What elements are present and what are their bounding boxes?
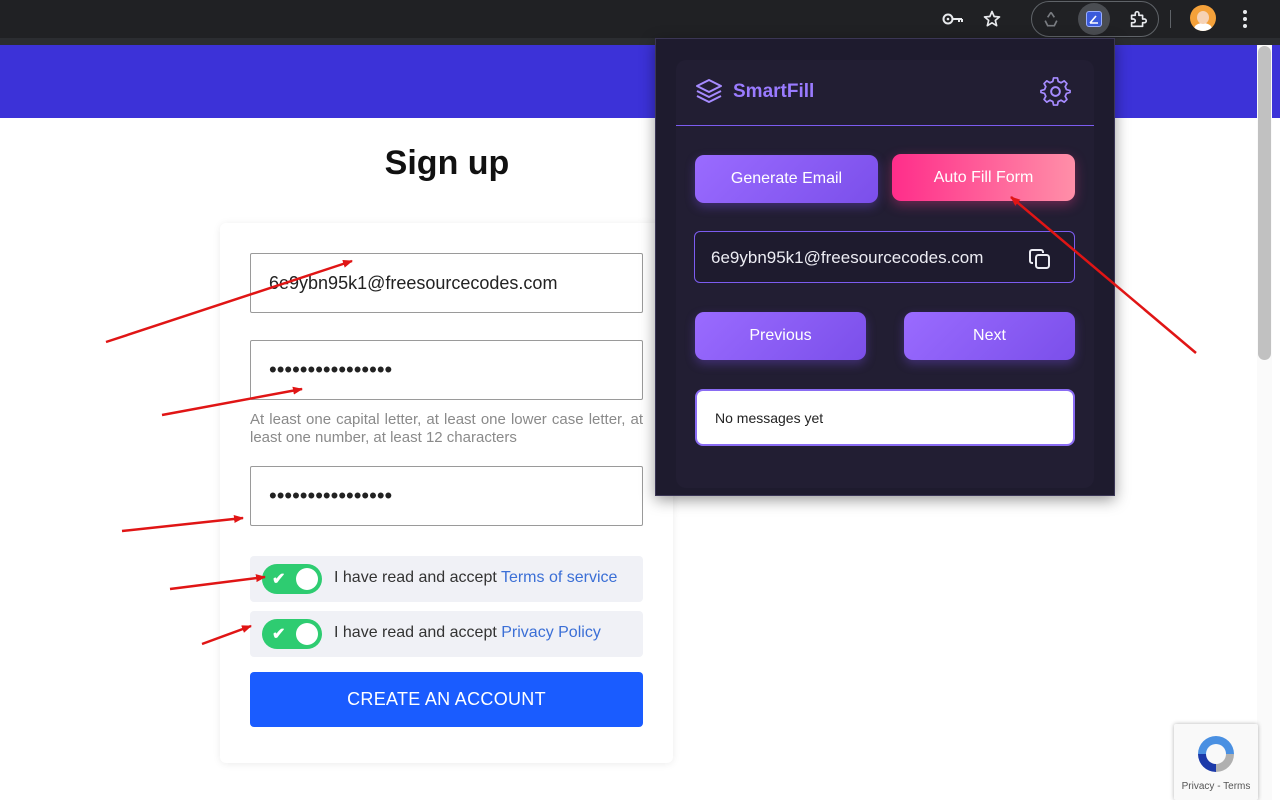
create-account-button[interactable]: CREATE AN ACCOUNT	[250, 672, 643, 727]
gear-icon[interactable]	[1040, 76, 1071, 107]
terms-prefix: I have read and accept	[334, 569, 497, 586]
copy-icon[interactable]	[1027, 246, 1053, 272]
recaptcha-icon	[1198, 736, 1234, 772]
generate-email-button[interactable]: Generate Email	[695, 155, 878, 203]
terms-of-service-link[interactable]: Terms of service	[501, 569, 617, 586]
messages-text: No messages yet	[715, 410, 824, 426]
browser-toolbar	[0, 0, 1280, 38]
confirm-password-field[interactable]: ••••••••••••••••	[250, 466, 643, 526]
password-hint: At least one capital letter, at least on…	[250, 411, 643, 446]
page-title: Sign up	[384, 144, 510, 182]
toggle-knob	[296, 623, 318, 645]
profile-avatar[interactable]	[1190, 5, 1216, 31]
layers-icon	[696, 79, 722, 103]
terms-row: ✔ I have read and accept Terms of servic…	[250, 556, 643, 602]
toggle-knob	[296, 568, 318, 590]
email-field[interactable]: 6e9ybn95k1@freesourcecodes.com	[250, 253, 643, 313]
recaptcha-badge[interactable]: Privacy - Terms	[1174, 724, 1258, 800]
check-icon: ✔	[272, 626, 286, 643]
kebab-menu-icon[interactable]	[1231, 5, 1259, 33]
terms-label: I have read and accept Terms of service	[334, 569, 617, 587]
puzzle-extensions-icon[interactable]	[1124, 5, 1152, 33]
popup-divider	[676, 125, 1094, 126]
privacy-policy-link[interactable]: Privacy Policy	[501, 624, 601, 641]
key-icon[interactable]	[939, 5, 967, 33]
privacy-prefix: I have read and accept	[334, 624, 497, 641]
recycle-extension-icon[interactable]	[1037, 5, 1065, 33]
privacy-row: ✔ I have read and accept Privacy Policy	[250, 611, 643, 657]
generated-email: 6e9ybn95k1@freesourcecodes.com	[711, 248, 984, 267]
generated-email-box: 6e9ybn95k1@freesourcecodes.com	[694, 231, 1075, 283]
messages-box: No messages yet	[695, 389, 1075, 446]
page-scrollbar-thumb[interactable]	[1258, 46, 1271, 360]
terms-toggle[interactable]: ✔	[262, 564, 322, 594]
privacy-label: I have read and accept Privacy Policy	[334, 624, 601, 642]
privacy-toggle[interactable]: ✔	[262, 619, 322, 649]
recaptcha-links[interactable]: Privacy - Terms	[1174, 781, 1258, 792]
smartfill-brand: SmartFill	[733, 81, 815, 102]
password-field[interactable]: ••••••••••••••••	[250, 340, 643, 400]
next-button[interactable]: Next	[904, 312, 1075, 360]
check-icon: ✔	[272, 571, 286, 588]
bookmark-star-icon[interactable]	[978, 5, 1006, 33]
smartfill-extension-icon[interactable]	[1078, 3, 1110, 35]
toolbar-separator	[1170, 10, 1171, 28]
auto-fill-form-button[interactable]: Auto Fill Form	[892, 154, 1075, 201]
previous-button[interactable]: Previous	[695, 312, 866, 360]
